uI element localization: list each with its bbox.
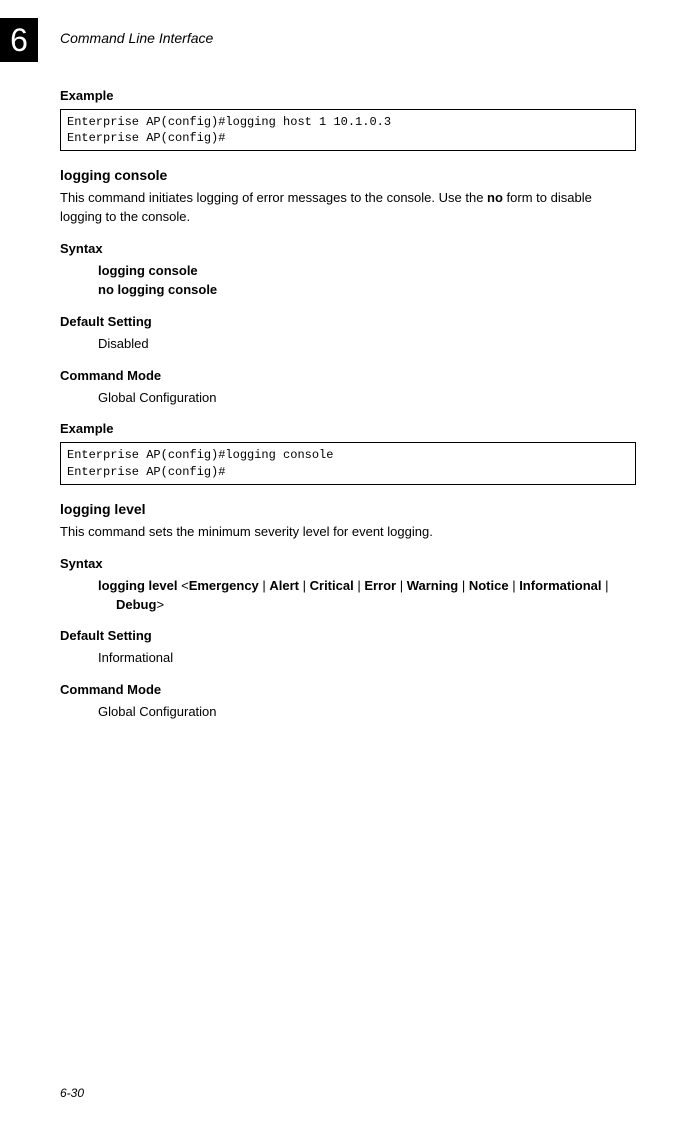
op7: Informational: [519, 578, 601, 593]
code-box-2: Enterprise AP(config)#logging console En…: [60, 442, 636, 484]
cmd1-desc-pre: This command initiates logging of error …: [60, 190, 487, 205]
cmd1-syntax-line1: logging console: [98, 262, 636, 281]
op5: Warning: [407, 578, 459, 593]
cmd2-mode-label: Command Mode: [60, 682, 636, 697]
pipe7: |: [602, 578, 609, 593]
command-heading-logging-console: logging console: [60, 167, 636, 183]
pipe4: |: [396, 578, 407, 593]
page-content: Example Enterprise AP(config)#logging ho…: [60, 88, 636, 722]
lt: <: [177, 578, 188, 593]
pipe5: |: [458, 578, 469, 593]
cmd2-syntax-line: logging level <Emergency | Alert | Criti…: [98, 577, 636, 615]
pipe2: |: [299, 578, 310, 593]
cmd2-mode-value: Global Configuration: [98, 703, 636, 722]
cmd1-mode-label: Command Mode: [60, 368, 636, 383]
op6: Notice: [469, 578, 509, 593]
cmd2-syntax-pre: logging level: [98, 578, 177, 593]
cmd2-syntax-label: Syntax: [60, 556, 636, 571]
cmd1-default-label: Default Setting: [60, 314, 636, 329]
cmd1-desc-bold: no: [487, 190, 503, 205]
example-heading-1: Example: [60, 88, 636, 103]
chapter-title: Command Line Interface: [60, 30, 213, 46]
pipe1: |: [259, 578, 270, 593]
cmd1-example-label: Example: [60, 421, 636, 436]
cmd1-description: This command initiates logging of error …: [60, 189, 636, 227]
op1: Emergency: [189, 578, 259, 593]
cmd2-default-label: Default Setting: [60, 628, 636, 643]
op4: Error: [364, 578, 396, 593]
cmd1-default-value: Disabled: [98, 335, 636, 354]
page-number: 6-30: [60, 1086, 84, 1100]
pipe3: |: [354, 578, 365, 593]
cmd2-default-value: Informational: [98, 649, 636, 668]
cmd1-syntax-label: Syntax: [60, 241, 636, 256]
cmd2-description: This command sets the minimum severity l…: [60, 523, 636, 542]
op8: Debug: [116, 597, 156, 612]
chapter-number-tab: 6: [0, 18, 38, 62]
code-box-1: Enterprise AP(config)#logging host 1 10.…: [60, 109, 636, 151]
cmd1-syntax-line2: no logging console: [98, 281, 636, 300]
command-heading-logging-level: logging level: [60, 501, 636, 517]
cmd1-mode-value: Global Configuration: [98, 389, 636, 408]
op3: Critical: [310, 578, 354, 593]
pipe6: |: [509, 578, 520, 593]
gt: >: [156, 597, 164, 612]
op2: Alert: [269, 578, 299, 593]
